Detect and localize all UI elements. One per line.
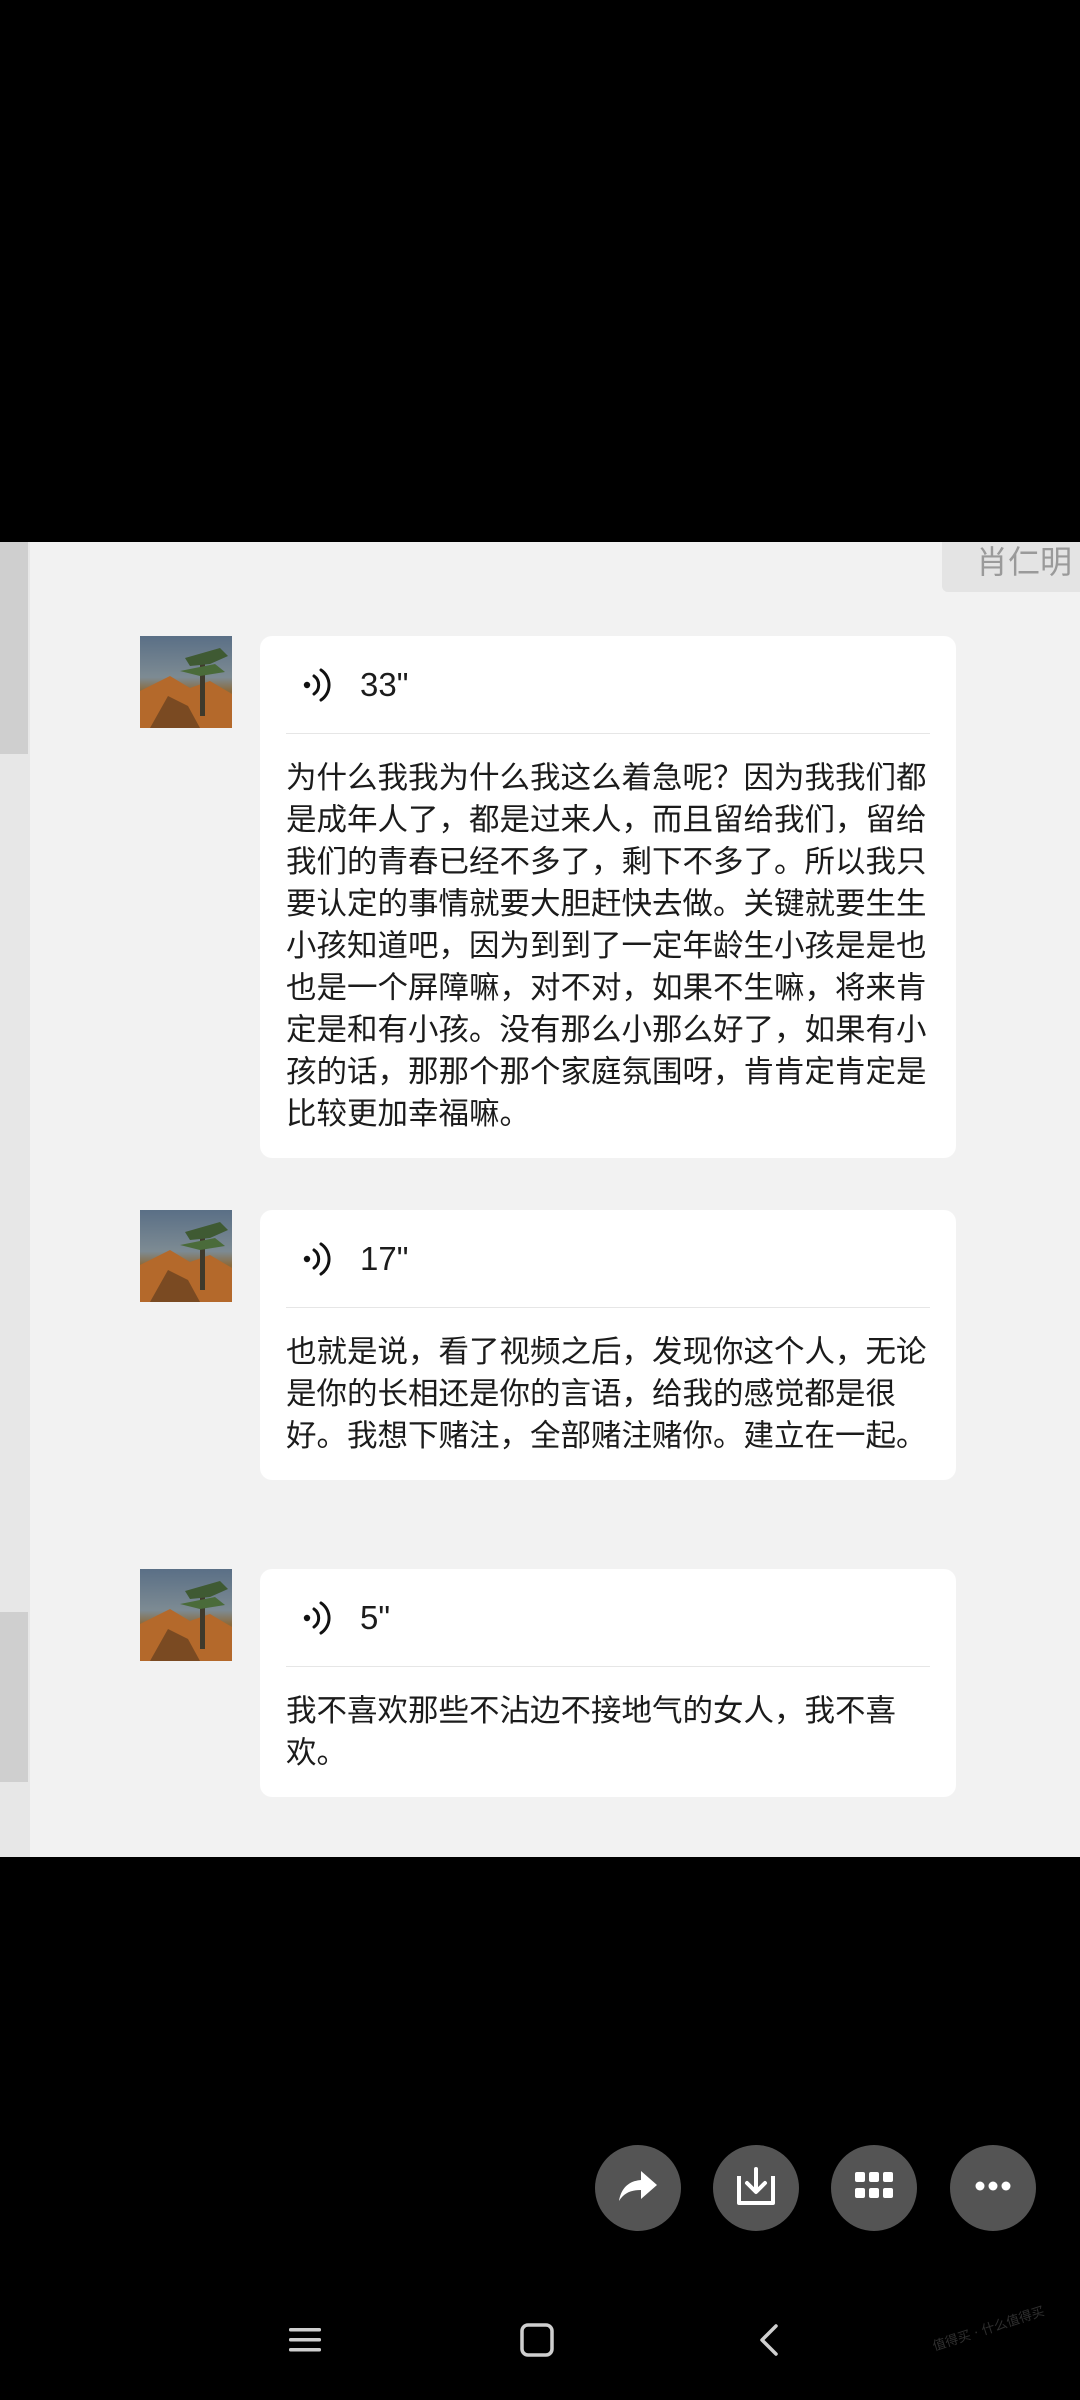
more-button[interactable] — [950, 2145, 1036, 2231]
system-navigation-bar — [0, 2290, 1080, 2400]
chat-screenshot-image: 肖仁明 33" 为什么我我为什么我这么着急呢？因为我我们都是成年人了，都是过来人… — [0, 542, 1080, 1857]
back-button[interactable] — [740, 2312, 800, 2372]
voice-message-bubble[interactable]: 5" 我不喜欢那些不沾边不接地气的女人，我不喜欢。 — [260, 1569, 956, 1797]
contact-name-tag: 肖仁明 — [942, 542, 1080, 592]
voice-duration: 17" — [360, 1239, 409, 1277]
home-button[interactable] — [507, 2312, 567, 2372]
avatar[interactable] — [140, 636, 232, 728]
recent-apps-button[interactable] — [275, 2312, 335, 2372]
voice-play-row[interactable]: 17" — [286, 1210, 930, 1308]
voice-duration: 5" — [360, 1598, 391, 1636]
share-icon — [615, 2163, 661, 2213]
voice-play-row[interactable]: 33" — [286, 636, 930, 734]
voice-wave-icon — [298, 665, 338, 705]
voice-duration: 33" — [360, 665, 409, 703]
voice-transcript-text: 我不喜欢那些不沾边不接地气的女人，我不喜欢。 — [286, 1694, 896, 1771]
download-button[interactable] — [713, 2145, 799, 2231]
voice-wave-icon — [298, 1598, 338, 1638]
home-icon — [517, 2320, 557, 2364]
voice-play-row[interactable]: 5" — [286, 1569, 930, 1667]
menu-icon — [285, 2320, 325, 2364]
avatar[interactable] — [140, 1210, 232, 1302]
more-icon — [970, 2163, 1016, 2213]
voice-wave-icon — [298, 1239, 338, 1279]
voice-transcript-text: 也就是说，看了视频之后，发现你这个人，无论是你的长相还是你的言语，给我的感觉都是… — [286, 1335, 927, 1454]
grid-icon — [851, 2163, 897, 2213]
avatar[interactable] — [140, 1569, 232, 1661]
back-icon — [750, 2320, 790, 2364]
chat-panel: 肖仁明 33" 为什么我我为什么我这么着急呢？因为我我们都是成年人了，都是过来人… — [30, 542, 1080, 1857]
voice-message-bubble[interactable]: 33" 为什么我我为什么我这么着急呢？因为我我们都是成年人了，都是过来人，而且留… — [260, 636, 956, 1158]
left-panel-segment — [0, 542, 28, 754]
download-icon — [733, 2163, 779, 2213]
voice-transcript-text: 为什么我我为什么我这么着急呢？因为我我们都是成年人了，都是过来人，而且留给我们，… — [286, 761, 927, 1132]
grid-button[interactable] — [831, 2145, 917, 2231]
left-panel-segment — [0, 1612, 28, 1782]
left-panel-strip — [0, 542, 30, 1857]
voice-message-bubble[interactable]: 17" 也就是说，看了视频之后，发现你这个人，无论是你的长相还是你的言语，给我的… — [260, 1210, 956, 1480]
share-button[interactable] — [595, 2145, 681, 2231]
